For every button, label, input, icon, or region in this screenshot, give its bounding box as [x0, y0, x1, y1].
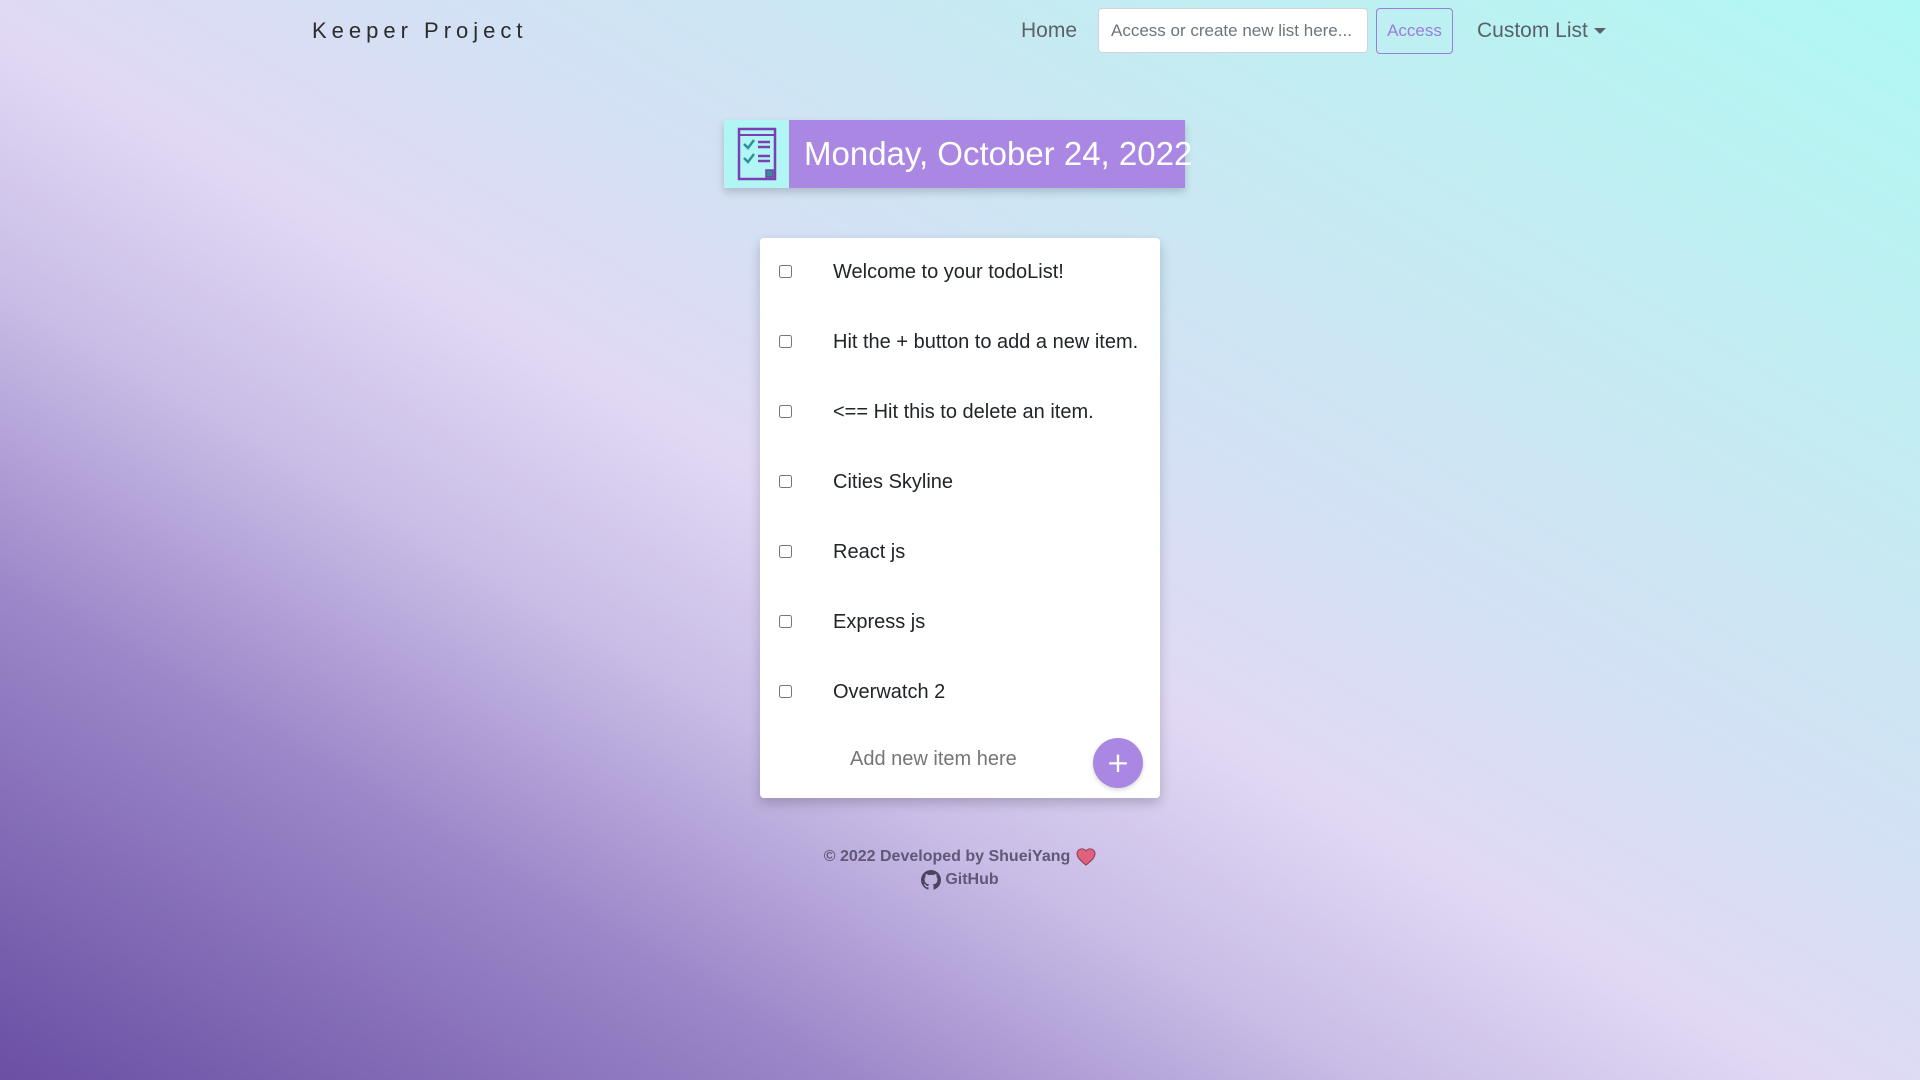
todo-item: React js [760, 518, 1160, 588]
brand-logo[interactable]: Keeper Project [312, 18, 528, 44]
todo-item: <== Hit this to delete an item. [760, 378, 1160, 448]
todo-item-text: <== Hit this to delete an item. [833, 401, 1094, 423]
new-item-input[interactable] [850, 744, 1050, 774]
todo-item-text: Cities Skyline [833, 471, 954, 493]
caret-down-icon [1593, 28, 1606, 34]
todo-item-checkbox[interactable] [779, 685, 792, 698]
heart-icon [1076, 848, 1096, 866]
todo-item-checkbox[interactable] [779, 475, 792, 488]
todo-item-text: React js [833, 541, 906, 563]
custom-list-label: Custom List [1477, 19, 1588, 42]
todo-item: Overwatch 2 [760, 658, 1160, 728]
todo-item-checkbox[interactable] [779, 335, 792, 348]
github-icon [921, 870, 942, 890]
todo-item-text: Express js [833, 611, 926, 633]
date-heading: Monday, October 24, 2022 [724, 120, 1192, 188]
todo-item: Hit the + button to add a new item. [760, 308, 1160, 378]
list-search-input[interactable] [1098, 8, 1368, 53]
nav-home-link[interactable]: Home [1021, 19, 1077, 43]
footer-copyright-line: © 2022 Developed by ShueiYang [760, 848, 1160, 866]
footer: © 2022 Developed by ShueiYang GitHub [760, 848, 1160, 890]
todo-item: Welcome to your todoList! [760, 238, 1160, 308]
custom-list-dropdown[interactable]: Custom List [1477, 19, 1606, 43]
todo-item-text: Hit the + button to add a new item. [833, 331, 1139, 353]
navbar: Keeper Project Home Access Custom List [0, 0, 1920, 62]
todo-card: Welcome to your todoList! Hit the + butt… [760, 238, 1160, 798]
todo-item-checkbox[interactable] [779, 405, 792, 418]
todo-item-checkbox[interactable] [779, 615, 792, 628]
todo-item: Express js [760, 588, 1160, 658]
current-date: Monday, October 24, 2022 [789, 120, 1192, 188]
github-link[interactable]: GitHub [760, 870, 1160, 890]
todo-item-checkbox[interactable] [779, 545, 792, 558]
access-button[interactable]: Access [1376, 8, 1453, 54]
todo-item-checkbox[interactable] [779, 265, 792, 278]
todo-item-text: Overwatch 2 [833, 681, 946, 703]
add-item-button[interactable]: + [1093, 738, 1143, 788]
footer-copyright: © 2022 Developed by ShueiYang [823, 848, 1071, 865]
todo-item: Cities Skyline [760, 448, 1160, 518]
checklist-icon [724, 120, 789, 188]
todo-item-text: Welcome to your todoList! [833, 261, 1064, 283]
github-label: GitHub [945, 871, 999, 888]
